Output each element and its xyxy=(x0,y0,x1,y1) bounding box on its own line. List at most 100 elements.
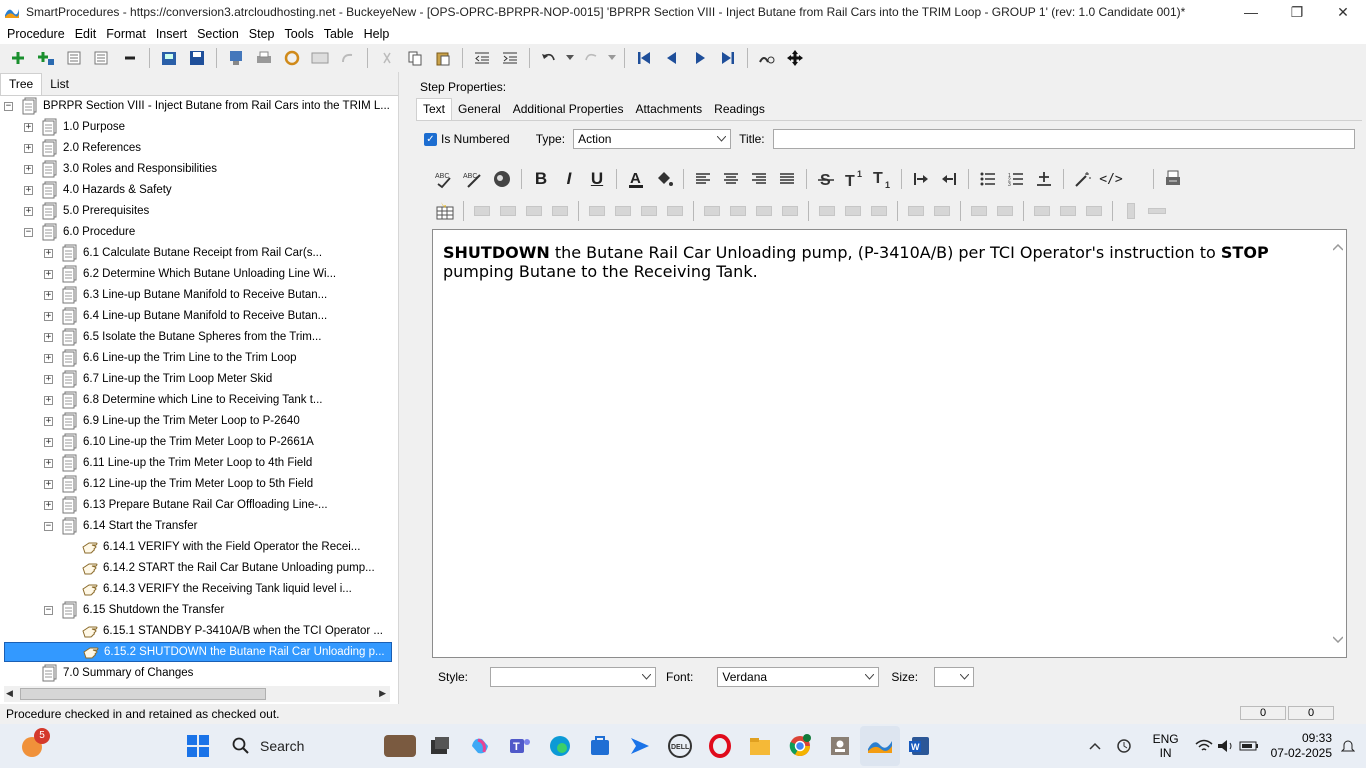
dell-icon[interactable]: DELL xyxy=(660,726,700,766)
language-indicator[interactable]: ENG IN xyxy=(1153,732,1179,760)
table-tool-2-icon[interactable] xyxy=(495,200,521,222)
expand-icon[interactable]: + xyxy=(44,311,53,321)
teams-icon[interactable]: T xyxy=(500,726,540,766)
edge-icon[interactable] xyxy=(540,726,580,766)
collapse-icon[interactable]: − xyxy=(4,101,13,111)
expand-icon[interactable]: + xyxy=(44,437,53,447)
tree-item[interactable]: 6.14.2 START the Rail Car Butane Unloadi… xyxy=(4,558,392,578)
pane-splitter[interactable] xyxy=(398,72,406,704)
insert-line-icon[interactable] xyxy=(1030,166,1058,192)
expand-icon[interactable]: + xyxy=(24,164,33,174)
link-icon[interactable] xyxy=(279,46,305,70)
subscript-icon[interactable]: T1 xyxy=(868,166,896,192)
numbered-list-icon[interactable]: 123 xyxy=(1002,166,1030,192)
table-tool-4-icon[interactable] xyxy=(547,200,573,222)
align-right-icon[interactable] xyxy=(745,166,773,192)
expand-icon[interactable]: + xyxy=(44,332,53,342)
step-text-content[interactable]: SHUTDOWN the Butane Rail Car Unloading p… xyxy=(443,243,1313,281)
tree-item[interactable]: +6.8 Determine which Line to Receiving T… xyxy=(4,390,392,410)
table-tool-5-icon[interactable] xyxy=(584,200,610,222)
expand-icon[interactable]: + xyxy=(44,374,53,384)
style-ball-icon[interactable] xyxy=(488,166,516,192)
table-tool-24-icon[interactable] xyxy=(1144,200,1170,222)
contacts-app-icon[interactable] xyxy=(820,726,860,766)
tree-item[interactable]: +6.10 Line-up the Trim Meter Loop to P-2… xyxy=(4,432,392,452)
list-icon[interactable] xyxy=(61,46,87,70)
copy-doc-icon[interactable] xyxy=(156,46,182,70)
sync-icon[interactable] xyxy=(1109,726,1139,766)
type-select[interactable]: Action xyxy=(573,129,732,149)
tree-item[interactable]: +6.13 Prepare Butane Rail Car Offloading… xyxy=(4,495,392,515)
expand-icon[interactable]: + xyxy=(44,458,53,468)
undo-dropdown-icon[interactable] xyxy=(564,46,576,70)
table-tool-8-icon[interactable] xyxy=(662,200,688,222)
menu-tools[interactable]: Tools xyxy=(280,27,319,41)
move-icon[interactable] xyxy=(782,46,808,70)
tree-item[interactable]: 6.14.1 VERIFY with the Field Operator th… xyxy=(4,537,392,557)
highlight-icon[interactable] xyxy=(650,166,678,192)
table-tool-22-icon[interactable] xyxy=(1081,200,1107,222)
spellcheck-icon[interactable]: ABC xyxy=(432,166,460,192)
print-icon[interactable] xyxy=(251,46,277,70)
undo-icon[interactable] xyxy=(536,46,562,70)
redo-icon[interactable] xyxy=(578,46,604,70)
table-tool-14-icon[interactable] xyxy=(840,200,866,222)
export-icon[interactable] xyxy=(223,46,249,70)
table-tool-23-icon[interactable] xyxy=(1118,200,1144,222)
superscript-icon[interactable]: T1 xyxy=(840,166,868,192)
paste-icon[interactable] xyxy=(430,46,456,70)
tree-item[interactable]: +6.7 Line-up the Trim Loop Meter Skid xyxy=(4,369,392,389)
style-select[interactable] xyxy=(490,667,657,687)
menu-procedure[interactable]: Procedure xyxy=(2,27,70,41)
tree-item[interactable]: +6.1 Calculate Butane Receipt from Rail … xyxy=(4,243,392,263)
tab-attachments[interactable]: Attachments xyxy=(629,99,708,120)
table-tool-12-icon[interactable] xyxy=(777,200,803,222)
expand-icon[interactable]: + xyxy=(44,269,53,279)
table-tool-11-icon[interactable] xyxy=(751,200,777,222)
tree-item[interactable]: 7.0 Summary of Changes xyxy=(4,663,392,683)
tab-general[interactable]: General xyxy=(452,99,507,120)
table-tool-13-icon[interactable] xyxy=(814,200,840,222)
maximize-button[interactable]: ❐ xyxy=(1274,0,1320,24)
tree-item[interactable]: +3.0 Roles and Responsibilities xyxy=(4,159,392,179)
tree-item[interactable]: +6.12 Line-up the Trim Meter Loop to 5th… xyxy=(4,474,392,494)
tree-item[interactable]: +6.2 Determine Which Butane Unloading Li… xyxy=(4,264,392,284)
collapse-icon[interactable]: − xyxy=(24,227,33,237)
arrow-app-icon[interactable] xyxy=(620,726,660,766)
menu-format[interactable]: Format xyxy=(101,27,151,41)
copilot-icon[interactable] xyxy=(460,726,500,766)
notification-bell-icon[interactable] xyxy=(1338,726,1358,766)
menu-section[interactable]: Section xyxy=(192,27,244,41)
table-tool-1-icon[interactable] xyxy=(469,200,495,222)
strikethrough-icon[interactable]: S xyxy=(812,166,840,192)
table-tool-7-icon[interactable] xyxy=(636,200,662,222)
indent-icon[interactable] xyxy=(497,46,523,70)
table-tool-6-icon[interactable] xyxy=(610,200,636,222)
bullet-list-icon[interactable] xyxy=(974,166,1002,192)
last-step-icon[interactable] xyxy=(715,46,741,70)
next-step-icon[interactable] xyxy=(687,46,713,70)
expand-icon[interactable]: + xyxy=(44,353,53,363)
size-select[interactable] xyxy=(934,667,975,687)
weather-widget[interactable]: 5 xyxy=(12,726,52,766)
store-icon[interactable] xyxy=(580,726,620,766)
list-edit-icon[interactable] xyxy=(89,46,115,70)
font-select[interactable]: Verdana xyxy=(717,667,880,687)
tree-item[interactable]: +6.3 Line-up Butane Manifold to Receive … xyxy=(4,285,392,305)
table-tool-20-icon[interactable] xyxy=(1029,200,1055,222)
tree-item[interactable]: 6.14.3 VERIFY the Receiving Tank liquid … xyxy=(4,579,392,599)
tree-root[interactable]: − BPRPR Section VIII - Inject Butane fro… xyxy=(4,96,392,116)
tree-item[interactable]: − 6.15 Shutdown the Transfer xyxy=(4,600,392,620)
tree-item[interactable]: 6.15.2 SHUTDOWN the Butane Rail Car Unlo… xyxy=(4,642,392,662)
spellcheck-all-icon[interactable]: ABC xyxy=(460,166,488,192)
tree-item[interactable]: +4.0 Hazards & Safety xyxy=(4,180,392,200)
table-tool-19-icon[interactable] xyxy=(992,200,1018,222)
tree-item[interactable]: +6.11 Line-up the Trim Meter Loop to 4th… xyxy=(4,453,392,473)
tab-readings[interactable]: Readings xyxy=(708,99,771,120)
remove-icon[interactable] xyxy=(117,46,143,70)
tree-item[interactable]: +5.0 Prerequisites xyxy=(4,201,392,221)
file-explorer-icon[interactable] xyxy=(740,726,780,766)
font-color-icon[interactable]: A xyxy=(622,166,650,192)
align-center-icon[interactable] xyxy=(717,166,745,192)
tab-tree[interactable]: Tree xyxy=(0,73,43,95)
